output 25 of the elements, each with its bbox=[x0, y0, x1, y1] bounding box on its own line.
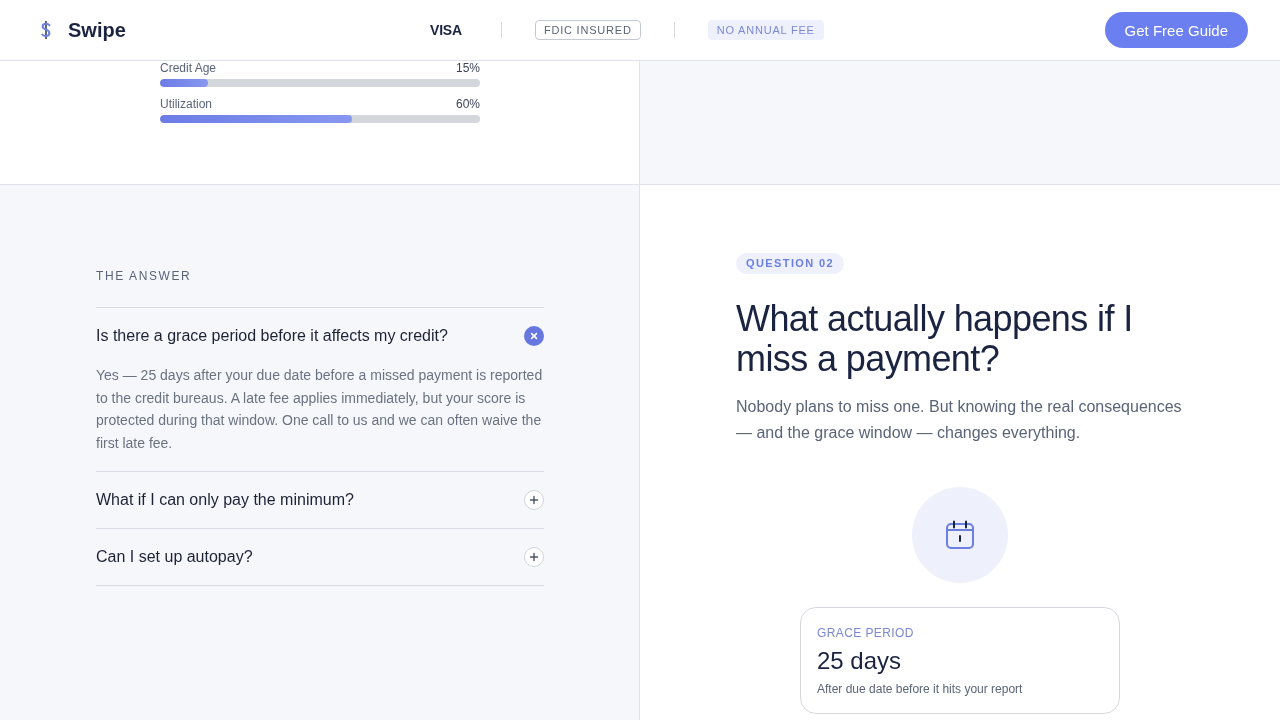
dollar-logo-icon bbox=[40, 21, 52, 39]
trust-badge: FDIC INSURED bbox=[534, 20, 641, 40]
factor-percent: 60% bbox=[455, 97, 480, 111]
plus-icon[interactable] bbox=[524, 490, 544, 510]
faq-question[interactable]: Can I set up autopay? bbox=[96, 529, 544, 585]
get-guide-button[interactable]: Get Free Guide bbox=[1104, 12, 1248, 48]
stat-value: 25 days bbox=[817, 647, 903, 675]
brand-name[interactable]: Swipe bbox=[68, 18, 126, 42]
section-eyebrow: THE ANSWER bbox=[96, 269, 193, 283]
stat-note: After due date before it hits your report bbox=[817, 682, 1024, 696]
faq-question[interactable]: Is there a grace period before it affects my credit? bbox=[96, 308, 544, 364]
factor-label: Utilization bbox=[160, 97, 213, 111]
question-lead: Nobody plans to miss one. But knowing the real consequences — and the grace window — changes everything. bbox=[736, 397, 1183, 443]
factor-label: Credit Age bbox=[160, 61, 217, 75]
factor-percent: 15% bbox=[455, 61, 480, 75]
close-icon[interactable] bbox=[524, 326, 544, 346]
faq-question[interactable]: What if I can only pay the minimum? bbox=[96, 472, 544, 528]
question-heading: What actually happens if I miss a payment? bbox=[736, 299, 1134, 379]
network-label: VISA bbox=[430, 22, 462, 38]
trust-badge: NO ANNUAL FEE bbox=[707, 20, 824, 40]
calendar-icon bbox=[944, 519, 976, 551]
stat-label: GRACE PERIOD bbox=[817, 626, 915, 640]
faq-answer: Yes — 25 days after your due date before a missed payment is reported to the credit bureaus. A late fee applies immediately, but your score is protected during that window. One call to us and we can often waive the first late fee. bbox=[96, 366, 544, 453]
plus-icon[interactable] bbox=[524, 547, 544, 567]
question-tag: QUESTION 02 bbox=[736, 253, 845, 274]
